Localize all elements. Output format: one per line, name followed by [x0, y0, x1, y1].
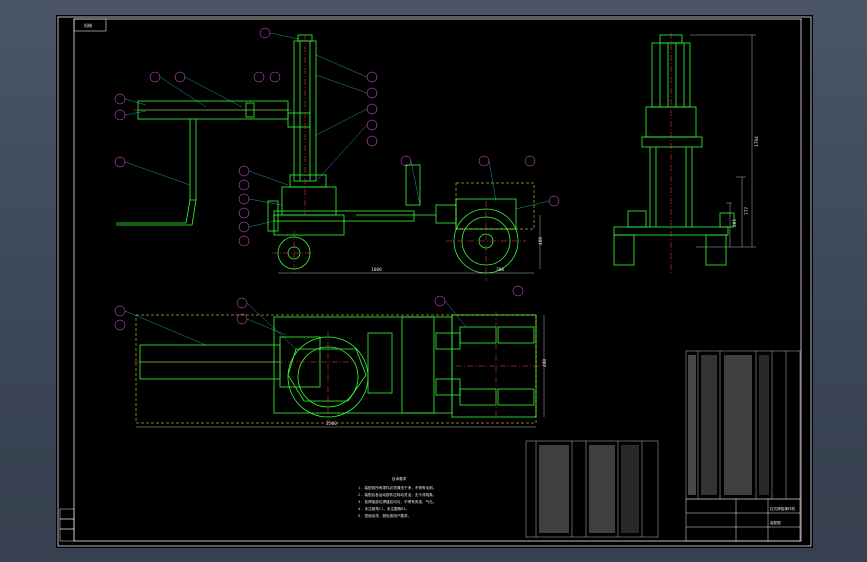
cad-drawing: 机械 1080 380 480 1794 777 201 2500 480 柱式…	[57, 16, 812, 547]
note-line-2: 2. 装配后各运动部件应转动灵活，无卡滞现象。	[358, 492, 436, 497]
title-block-drawing-no: 装配图	[770, 520, 781, 525]
note-line-4: 4. 未注倒角C1，未注圆角R2。	[358, 506, 409, 511]
dim-rear-length: 380	[496, 267, 504, 273]
dim-width-side: 480	[538, 237, 544, 245]
technical-notes: 技术要求 1. 装配前所有零件必须清洗干净，不得有毛刺。 2. 装配后各运动部件…	[358, 476, 436, 518]
dim-height-mid: 777	[744, 207, 750, 215]
drawing-sheet: 机械 1080 380 480 1794 777 201 2500 480 柱式…	[56, 15, 813, 548]
dim-height-total: 1794	[754, 136, 760, 147]
parts-list-rows	[688, 355, 769, 495]
bottom-table-rows	[539, 445, 639, 533]
note-line-5: 5. 表面涂漆，颜色按用户要求。	[358, 513, 411, 518]
plan-view: 2500 480	[134, 311, 548, 428]
dim-height-low: 201	[732, 219, 738, 227]
title-block-name: 柱式焊接操作机	[770, 506, 796, 511]
note-line-1: 1. 装配前所有零件必须清洗干净，不得有毛刺。	[358, 485, 436, 490]
front-elevation-view: 1794 777 201	[613, 33, 760, 273]
left-margin-boxes	[59, 508, 75, 542]
title-block	[685, 498, 801, 542]
dim-overall-length-plan: 2500	[326, 421, 337, 427]
dim-overall-length-side: 1080	[371, 267, 382, 273]
callout-leaders	[124, 32, 550, 350]
dim-plan-width: 480	[542, 359, 548, 367]
note-line-3: 3. 各焊接部位焊缝应均匀，不得有夹渣、气孔。	[358, 499, 436, 504]
notes-title: 技术要求	[392, 476, 407, 481]
part-callout-bubbles	[114, 27, 560, 331]
frame-tag: 机械	[84, 22, 92, 28]
